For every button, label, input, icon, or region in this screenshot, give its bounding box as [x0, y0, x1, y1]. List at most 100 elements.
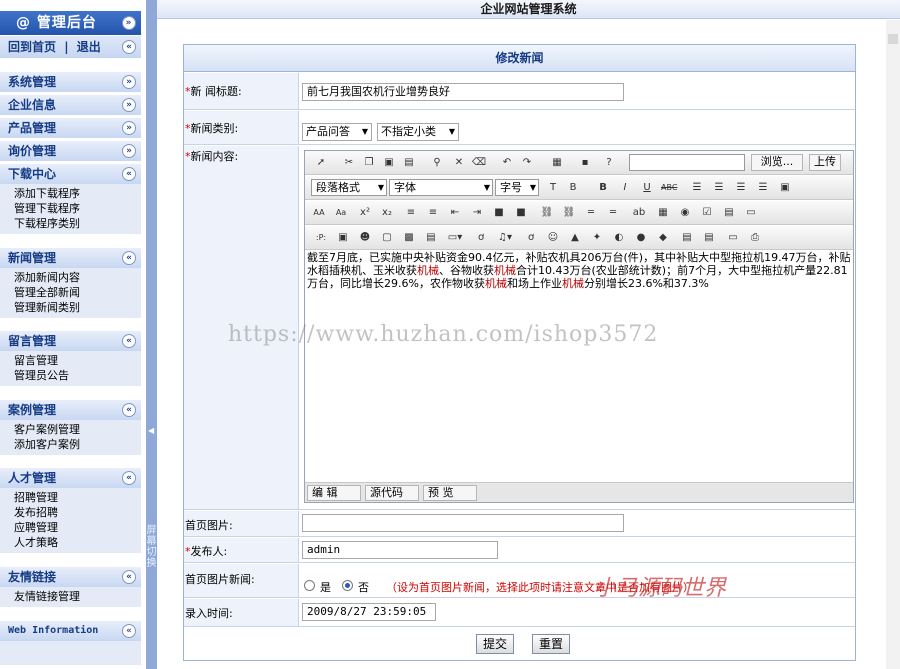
superscript-icon[interactable]: x² [357, 205, 373, 221]
sidebar-title-news[interactable]: 新闻管理 « [0, 248, 141, 268]
bold-icon[interactable]: B [595, 180, 611, 196]
subscript-icon[interactable]: x₂ [379, 205, 395, 221]
sidebar-title-system[interactable]: 系统管理 » [0, 72, 141, 92]
collapse-icon[interactable]: « [122, 251, 136, 265]
scrollbar-thumb[interactable] [888, 34, 898, 44]
mode-preview-button[interactable]: 预 览 [423, 485, 477, 501]
sidebar-title-messages[interactable]: 留言管理 « [0, 331, 141, 351]
sidebar-item-admin-notice[interactable]: 管理员公告 [14, 368, 141, 383]
hr-icon[interactable]: ═ [583, 205, 599, 221]
scrollbar[interactable] [886, 20, 900, 669]
sidebar-item-add-download[interactable]: 添加下载程序 [14, 186, 141, 201]
paragraph-format-select[interactable]: 段落格式 ▼ [311, 179, 387, 196]
logout-link[interactable]: 退出 [77, 40, 101, 54]
button-control-icon[interactable]: ▭ [743, 205, 759, 221]
underline-icon[interactable]: U [639, 180, 655, 196]
radio-control-icon[interactable]: ◉ [677, 205, 693, 221]
expand-icon[interactable]: » [122, 75, 136, 89]
sidebar-item-news-category[interactable]: 管理新闻类别 [14, 300, 141, 315]
sidebar-item-applications[interactable]: 应聘管理 [14, 520, 141, 535]
justify-icon[interactable]: ☰ [755, 180, 771, 196]
sidebar-title-talent[interactable]: 人才管理 « [0, 468, 141, 488]
help-icon[interactable]: ? [601, 155, 617, 171]
align-center-icon[interactable]: ☰ [711, 180, 727, 196]
collapse-icon[interactable]: « [122, 570, 136, 584]
align-right-icon[interactable]: ☰ [733, 180, 749, 196]
lowercase-icon[interactable]: Aa [333, 205, 349, 221]
outdent-icon[interactable]: ⇤ [447, 205, 463, 221]
select-all-icon[interactable]: ▦ [549, 155, 565, 171]
sidebar-item-add-case[interactable]: 添加客户案例 [14, 437, 141, 452]
title-input[interactable]: 前七月我国农机行业增势良好 [302, 83, 624, 101]
preview-icon[interactable]: ◆ [655, 230, 671, 246]
textbox-icon[interactable]: ab [631, 205, 647, 221]
media-icon[interactable]: ◐ [611, 230, 627, 246]
marquee-icon[interactable]: ═ [605, 205, 621, 221]
table-insert-icon[interactable]: ▭▾ [447, 230, 463, 246]
uppercase-icon[interactable]: AA [311, 205, 327, 221]
expand-icon[interactable]: » [122, 144, 136, 158]
unlink-icon[interactable]: ⛓ [561, 205, 577, 221]
indent-icon[interactable]: ⇥ [469, 205, 485, 221]
expand-icon[interactable]: » [122, 121, 136, 135]
export-icon[interactable]: ▤ [701, 230, 717, 246]
align-left-icon[interactable]: ☰ [689, 180, 705, 196]
sidebar-title-links[interactable]: 友情链接 « [0, 567, 141, 587]
sidebar-item-talent-strategy[interactable]: 人才策略 [14, 535, 141, 550]
symbol-icon[interactable]: ơ [523, 230, 539, 246]
music-icon[interactable]: ♫▾ [497, 230, 513, 246]
bg-color-icon[interactable]: B [565, 180, 581, 196]
mode-edit-button[interactable]: 编 辑 [307, 485, 361, 501]
file-icon[interactable]: ▤ [679, 230, 695, 246]
mode-source-button[interactable]: 源代码 [365, 485, 419, 501]
highlight-icon[interactable]: ■ [491, 205, 507, 221]
publisher-input[interactable]: admin [302, 541, 498, 559]
paste-text-icon[interactable]: ▤ [401, 155, 417, 171]
table-icon[interactable]: ▦ [655, 205, 671, 221]
home-image-input[interactable] [302, 514, 624, 532]
hilite-icon[interactable]: ■ [513, 205, 529, 221]
ordered-list-icon[interactable]: ≡ [403, 205, 419, 221]
browse-button[interactable]: 浏览... [751, 154, 803, 171]
subcategory-select[interactable]: 不指定小类 ▼ [377, 123, 459, 141]
text-color-icon[interactable]: T [545, 180, 561, 196]
sidebar-title-web-info[interactable]: Web Information « [0, 621, 141, 641]
sidebar-item-messages[interactable]: 留言管理 [14, 353, 141, 368]
collapse-icon[interactable]: « [122, 471, 136, 485]
sidebar-title-inquiry[interactable]: 询价管理 » [0, 141, 141, 161]
emoji-face-icon[interactable]: ☻ [357, 230, 373, 246]
flash-icon[interactable]: ✦ [589, 230, 605, 246]
sidebar-splitter[interactable]: ◀ 屏幕切换 [146, 0, 157, 669]
reset-button[interactable]: 重置 [532, 634, 571, 654]
sidebar-item-add-news[interactable]: 添加新闻内容 [14, 270, 141, 285]
sidebar-title-products[interactable]: 产品管理 » [0, 118, 141, 138]
fullscreen-icon[interactable]: ▣ [777, 180, 793, 196]
delete-icon[interactable]: ✕ [451, 155, 467, 171]
smiley-icon[interactable]: ☺ [545, 230, 561, 246]
paragraph-icon[interactable]: :P: [313, 230, 329, 246]
sidebar-title-cases[interactable]: 案例管理 « [0, 400, 141, 420]
undo-icon[interactable]: ↶ [499, 155, 515, 171]
checkbox-control-icon[interactable]: ☑ [699, 205, 715, 221]
upload-path-input[interactable] [629, 154, 745, 171]
sidebar-item-manage-cases[interactable]: 客户案例管理 [14, 422, 141, 437]
sidebar-title-company[interactable]: 企业信息 » [0, 95, 141, 115]
strikethrough-icon[interactable]: ABC [661, 180, 677, 196]
home-link[interactable]: 回到首页 [8, 40, 56, 54]
font-size-select[interactable]: 字号 ▼ [495, 179, 539, 196]
bullet-list-icon[interactable]: ≡ [425, 205, 441, 221]
sidebar-item-post-job[interactable]: 发布招聘 [14, 505, 141, 520]
sidebar-item-manage-download[interactable]: 管理下载程序 [14, 201, 141, 216]
listbox-icon[interactable]: ▤ [721, 205, 737, 221]
realplayer-icon[interactable]: ● [633, 230, 649, 246]
save-icon[interactable]: ▪ [577, 155, 593, 171]
pointer-icon[interactable]: ➚ [313, 155, 329, 171]
datetime-icon[interactable]: ▭ [725, 230, 741, 246]
expand-icon[interactable]: » [122, 98, 136, 112]
collapse-icon[interactable]: « [122, 403, 136, 417]
copy-icon[interactable]: ❐ [361, 155, 377, 171]
iframe-icon[interactable]: ▣ [335, 230, 351, 246]
radio-no[interactable] [342, 580, 353, 591]
collapse-icon[interactable]: « [122, 167, 136, 181]
image-icon[interactable]: ▩ [401, 230, 417, 246]
